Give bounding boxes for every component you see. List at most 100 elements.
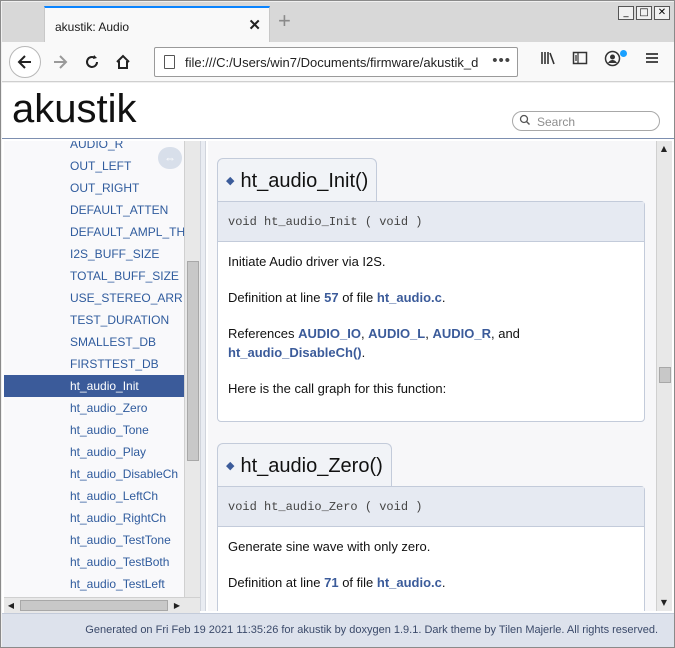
scroll-up-icon[interactable]: ▲: [657, 142, 671, 156]
url-text: file:///C:/Users/win7/Documents/firmware…: [185, 55, 479, 70]
nav-item[interactable]: ht_audio_Tone: [4, 419, 184, 441]
nav-item[interactable]: ht_audio_TestBoth: [4, 551, 184, 573]
main-content: ◆ ht_audio_Init() void ht_audio_Init ( vo…: [208, 141, 656, 611]
nav-item[interactable]: OUT_LEFT: [4, 155, 184, 177]
nav-item[interactable]: ht_audio_Zero: [4, 397, 184, 419]
nav-item[interactable]: I2S_BUFF_SIZE: [4, 243, 184, 265]
notification-dot: [620, 50, 627, 57]
nav-item-selected[interactable]: ht_audio_Init: [4, 375, 184, 397]
search-input[interactable]: Search: [512, 111, 660, 131]
nav-item[interactable]: TEST_DURATION: [4, 309, 184, 331]
member-item: void ht_audio_Init ( void ) Initiate Aud…: [217, 201, 645, 422]
doxygen-page: akustik Search AUDIO_R OUT_LEFT OUT_RIGH…: [2, 83, 674, 647]
definition-line: Definition at line 57 of file ht_audio.c…: [228, 290, 446, 305]
more-icon[interactable]: •••: [492, 52, 511, 69]
minimize-button[interactable]: _: [618, 6, 634, 20]
arrow-left-icon: [17, 55, 31, 69]
nav-item[interactable]: DEFAULT_ATTEN: [4, 199, 184, 221]
library-icon: [541, 52, 555, 65]
line-link[interactable]: 71: [324, 575, 338, 590]
close-icon[interactable]: ✕: [248, 16, 261, 34]
ref-link[interactable]: AUDIO_R: [432, 326, 491, 341]
tab-strip: akustik: Audio ✕ + _ □ ✕: [2, 2, 674, 44]
nav-item[interactable]: ht_audio_Play: [4, 441, 184, 463]
scroll-left-icon[interactable]: ◀: [4, 599, 18, 613]
nav-item[interactable]: ht_audio_RightCh: [4, 507, 184, 529]
tab-title: akustik: Audio: [55, 20, 130, 34]
diamond-icon: ◆: [226, 460, 235, 472]
references: References AUDIO_IO, AUDIO_L, AUDIO_R, a…: [228, 326, 520, 360]
back-button[interactable]: [9, 46, 41, 78]
page-icon: [164, 55, 175, 69]
nav-item[interactable]: TOTAL_BUFF_SIZE: [4, 265, 184, 287]
library-button[interactable]: [540, 50, 556, 70]
search-placeholder: Search: [537, 115, 576, 129]
member-doc: Initiate Audio driver via I2S. Definitio…: [218, 242, 644, 421]
scroll-thumb[interactable]: [659, 367, 671, 383]
splitter[interactable]: [200, 141, 206, 611]
member-name: ht_audio_Zero(): [240, 455, 383, 477]
nav-item[interactable]: DEFAULT_AMPL_TH: [4, 221, 184, 243]
file-link[interactable]: ht_audio.c: [377, 575, 442, 590]
member-prototype: void ht_audio_Zero ( void ): [218, 487, 644, 527]
nav-bar: file:///C:/Users/win7/Documents/firmware…: [2, 42, 674, 82]
diamond-icon: ◆: [226, 175, 235, 187]
reload-icon: [86, 55, 98, 68]
window-controls: _ □ ✕: [618, 6, 670, 20]
page-header: akustik Search: [2, 83, 674, 139]
nav-item[interactable]: ht_audio_DisableCh: [4, 463, 184, 485]
maximize-button[interactable]: □: [636, 6, 652, 20]
nav-item[interactable]: ht_audio_TestLeft: [4, 573, 184, 595]
nav-item[interactable]: SMALLEST_DB: [4, 331, 184, 353]
home-button[interactable]: [109, 48, 137, 76]
member-title: ◆ ht_audio_Zero(): [217, 443, 392, 487]
nav-item[interactable]: ht_audio_LeftCh: [4, 485, 184, 507]
arrow-right-icon: [54, 55, 68, 69]
url-bar[interactable]: file:///C:/Users/win7/Documents/firmware…: [154, 47, 518, 77]
sidebar-toggle-button[interactable]: [572, 50, 588, 70]
nav-item[interactable]: AUDIO_R: [4, 141, 184, 155]
reload-button[interactable]: [78, 48, 106, 76]
project-title: akustik: [12, 87, 137, 131]
ref-link[interactable]: AUDIO_IO: [298, 326, 361, 341]
scroll-thumb[interactable]: [20, 600, 168, 611]
account-button[interactable]: [604, 50, 621, 71]
scroll-down-icon[interactable]: ▼: [657, 596, 671, 610]
call-graph-caption: Here is the call graph for this function…: [228, 381, 447, 396]
content-vertical-scrollbar[interactable]: ▲ ▼: [656, 141, 672, 611]
nav-item[interactable]: OUT_RIGHT: [4, 177, 184, 199]
nav-item[interactable]: USE_STEREO_ARR: [4, 287, 184, 309]
nav-item[interactable]: ht_audio_TestTone: [4, 529, 184, 551]
sidebar-icon: [572, 51, 588, 65]
menu-button[interactable]: [644, 50, 660, 70]
nav-item[interactable]: FIRSTTEST_DB: [4, 353, 184, 375]
close-window-button[interactable]: ✕: [654, 6, 670, 20]
member-item: void ht_audio_Zero ( void ) Generate sin…: [217, 486, 645, 611]
forward-button[interactable]: [46, 48, 74, 76]
account-icon: [604, 50, 621, 67]
definition-line: Definition at line 71 of file ht_audio.c…: [228, 575, 446, 590]
hamburger-icon: [646, 53, 658, 63]
member-doc: Generate sine wave with only zero. Defin…: [218, 527, 644, 611]
tab-akustik-audio[interactable]: akustik: Audio ✕: [44, 6, 270, 44]
page-footer: Generated on Fri Feb 19 2021 11:35:26 fo…: [2, 613, 674, 647]
line-link[interactable]: 57: [324, 290, 338, 305]
home-icon: [116, 54, 130, 69]
search-icon: [519, 114, 531, 129]
scroll-right-icon[interactable]: ▶: [170, 599, 184, 613]
member-title: ◆ ht_audio_Init(): [217, 158, 378, 202]
footer-text: Generated on Fri Feb 19 2021 11:35:26 fo…: [85, 624, 658, 636]
member-name: ht_audio_Init(): [240, 170, 369, 192]
sidebar-horizontal-scrollbar[interactable]: ◀ ▶: [4, 597, 200, 613]
file-link[interactable]: ht_audio.c: [377, 290, 442, 305]
sidebar-vertical-scrollbar[interactable]: [184, 141, 200, 597]
sync-icon[interactable]: ⇔: [158, 147, 182, 169]
nav-tree: AUDIO_R OUT_LEFT OUT_RIGHT DEFAULT_ATTEN…: [4, 141, 200, 611]
scroll-thumb[interactable]: [187, 261, 199, 461]
ref-link[interactable]: ht_audio_DisableCh(): [228, 345, 362, 360]
browser-window: akustik: Audio ✕ + _ □ ✕ file:///C:/User…: [0, 0, 675, 648]
member-prototype: void ht_audio_Init ( void ): [218, 202, 644, 242]
new-tab-button[interactable]: +: [278, 10, 291, 32]
description: Initiate Audio driver via I2S.: [228, 254, 386, 269]
ref-link[interactable]: AUDIO_L: [368, 326, 425, 341]
